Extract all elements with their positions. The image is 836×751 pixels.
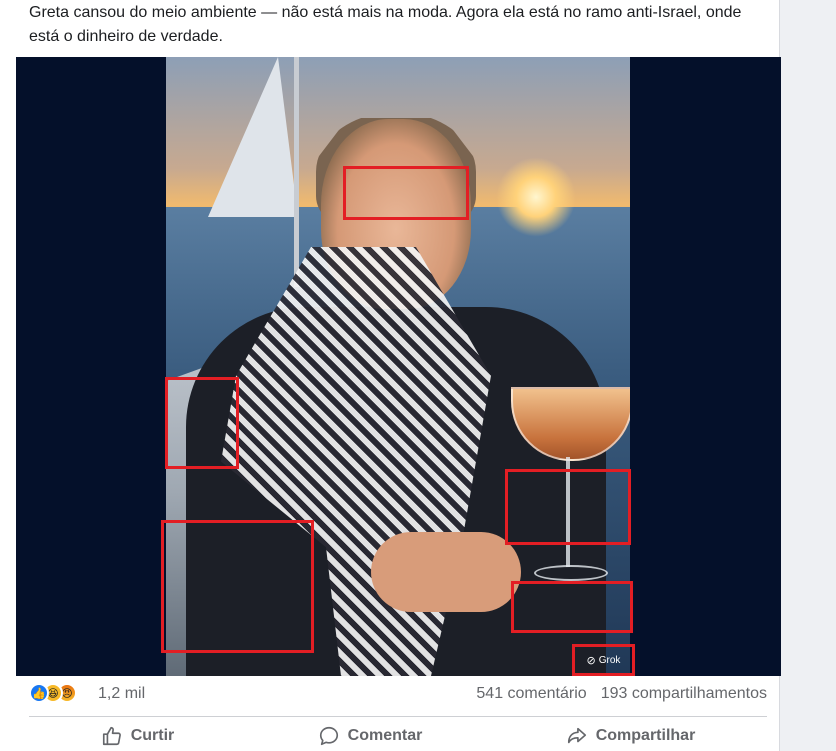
highlight-box-eyes [343,166,469,220]
post-stats: 541 comentário 193 compartilhamentos [476,685,767,703]
like-button-label: Curtir [130,726,175,744]
wine-glass-foot [534,565,608,581]
highlight-box-lower-right [511,581,633,633]
comment-count-link[interactable]: 541 comentário [476,685,586,703]
sailboat-mast [294,57,299,287]
share-button[interactable]: Compartilhar [554,721,708,751]
post-actions: Curtir Comentar Compartilhar [29,720,767,751]
person-hand [371,532,521,612]
comment-icon [319,726,338,745]
like-button[interactable]: Curtir [89,721,187,751]
like-icon: 👍 [29,683,49,703]
grok-logo-icon: ⊘ [586,654,596,667]
highlight-box-left-edge [165,377,239,469]
divider [29,716,767,717]
reaction-count[interactable]: 1,2 mil [98,685,145,703]
reaction-icons[interactable]: 👍 😆 😠 [29,683,77,703]
thumbs-up-icon [102,726,121,745]
share-button-label: Compartilhar [595,726,696,744]
grok-watermark-text: Grok [598,654,621,666]
share-count-link[interactable]: 193 compartilhamentos [601,685,767,703]
sailboat-sail [208,57,298,217]
post-image[interactable]: ⊘ Grok [16,57,781,676]
highlight-box-glass-hand [505,469,631,545]
highlight-box-lower-left [161,520,314,653]
post-card: Greta cansou do meio ambiente — não está… [0,0,781,751]
sunset-sun [496,157,576,237]
grok-watermark: ⊘ Grok [572,644,635,676]
comment-button[interactable]: Comentar [306,721,435,751]
comment-button-label: Comentar [347,726,423,744]
share-arrow-icon [567,727,586,743]
reactions-row: 👍 😆 😠 1,2 mil 541 comentário 193 compart… [29,682,767,708]
post-text: Greta cansou do meio ambiente — não está… [29,4,742,45]
